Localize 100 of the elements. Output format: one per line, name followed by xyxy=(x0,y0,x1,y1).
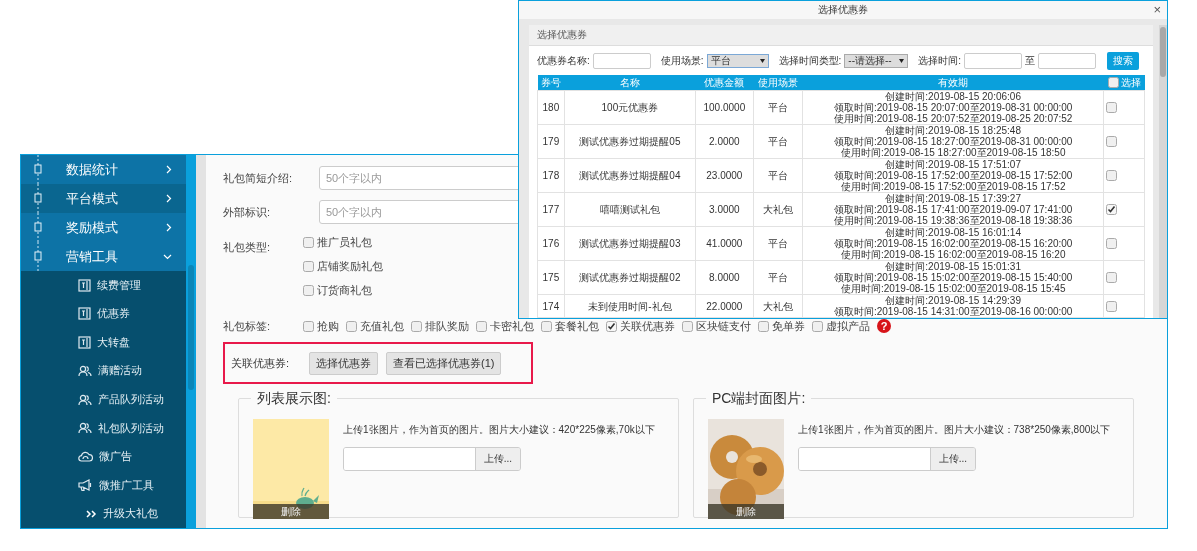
sidebar-subitem[interactable]: 礼包队列活动 xyxy=(21,413,186,443)
sidebar-subitem[interactable]: 微推广工具 xyxy=(21,470,186,500)
sidebar-item[interactable]: 奖励模式 xyxy=(21,213,186,242)
table-cell: 22.0000 xyxy=(695,294,754,318)
select-field[interactable]: 平台 xyxy=(706,54,769,68)
checkbox[interactable] xyxy=(303,261,314,272)
table-cell: 平台 xyxy=(753,124,803,159)
chevron-right-icon xyxy=(166,223,172,232)
sidebar-item[interactable]: 营销工具 xyxy=(21,242,186,271)
checkbox-label: 免单券 xyxy=(772,318,805,334)
validity-line: 使用时间:2019-08-15 19:38:36至2019-08-18 19:38:36 xyxy=(832,215,1074,226)
checkbox[interactable] xyxy=(411,320,422,332)
sidebar-subitem[interactable]: 优惠券 xyxy=(21,299,186,329)
people-icon xyxy=(78,364,92,377)
dropdown-arrow-icon xyxy=(899,59,905,63)
checkbox[interactable] xyxy=(812,320,823,332)
sidebar-subitem[interactable]: 满赠活动 xyxy=(21,356,186,386)
filter-label: 选择时间: xyxy=(918,54,962,68)
checkbox[interactable] xyxy=(606,320,617,332)
table-cell: 178 xyxy=(537,158,565,193)
sidebar-subitem[interactable]: 产品队列活动 xyxy=(21,385,186,414)
table-cell: 41.0000 xyxy=(695,226,754,261)
dialog-title: 选择优惠券 xyxy=(818,3,868,17)
sidebar-subitem[interactable]: 升级大礼包 xyxy=(21,499,186,528)
tablet-icon xyxy=(78,307,91,321)
coupon-button[interactable]: 查看已选择优惠券(1) xyxy=(386,351,502,375)
checkbox-label: 充值礼包 xyxy=(360,318,404,334)
checkbox[interactable] xyxy=(1106,204,1118,215)
validity-line: 创建时间:2019-08-15 20:06:06 xyxy=(884,91,1022,102)
checkbox[interactable] xyxy=(303,320,314,332)
checkbox[interactable] xyxy=(303,285,314,296)
column-header: 优惠金额 xyxy=(695,75,754,91)
close-button[interactable]: × xyxy=(1153,2,1161,18)
upload-button[interactable]: 上传... xyxy=(929,448,975,470)
validity-line: 领取时间:2019-08-15 17:41:00至2019-09-07 17:41:00 xyxy=(832,204,1074,215)
file-field[interactable]: 上传... xyxy=(798,447,976,471)
validity-line: 创建时间:2019-08-15 18:25:48 xyxy=(884,125,1022,136)
file-field[interactable]: 上传... xyxy=(343,447,521,471)
table-cell: 大礼包 xyxy=(753,294,803,318)
validity-line: 创建时间:2019-08-15 14:29:39 xyxy=(884,295,1022,306)
table-cell: 174 xyxy=(537,294,565,318)
field-label: 关联优惠券: xyxy=(231,355,291,371)
validity-line: 领取时间:2019-08-15 18:27:00至2019-08-31 00:00:00 xyxy=(832,136,1074,147)
table-cell: 大礼包 xyxy=(753,192,803,227)
table-cell: 176 xyxy=(537,226,565,261)
validity-line: 创建时间:2019-08-15 15:01:31 xyxy=(884,261,1022,272)
people-icon xyxy=(78,422,92,435)
panel-title: 选择优惠券 xyxy=(529,25,1153,46)
checkbox[interactable] xyxy=(682,320,693,332)
checkbox-label: 关联优惠券 xyxy=(620,318,675,334)
column-header: 使用场景 xyxy=(753,75,803,91)
people-icon xyxy=(78,393,92,406)
tablet-icon xyxy=(78,335,91,349)
chevron-down-icon xyxy=(163,253,172,260)
checkbox[interactable] xyxy=(758,320,769,332)
column-header: 名称 xyxy=(564,75,696,91)
help-icon[interactable]: ? xyxy=(877,319,891,333)
coupon-button[interactable]: 选择优惠券 xyxy=(309,351,378,375)
scrollbar[interactable] xyxy=(1159,25,1167,318)
checkbox[interactable] xyxy=(1106,102,1118,113)
checkbox[interactable] xyxy=(476,320,487,332)
table-cell: 未到使用时间-礼包 xyxy=(564,294,696,318)
sidebar-item[interactable]: 平台模式 xyxy=(21,184,186,213)
sidebar-subitem[interactable]: 微广告 xyxy=(21,442,186,471)
validity-line: 领取时间:2019-08-15 20:07:00至2019-08-31 00:00:00 xyxy=(832,102,1074,113)
checkbox[interactable] xyxy=(1106,300,1118,312)
table-cell: 平台 xyxy=(753,226,803,261)
column-header: 选择 xyxy=(1120,75,1141,90)
double-chevron-icon xyxy=(86,509,97,518)
checkbox-label: 套餐礼包 xyxy=(555,318,599,334)
table-cell: 平台 xyxy=(753,158,803,193)
sidebar-item[interactable]: 数据统计 xyxy=(21,155,186,184)
checkbox[interactable] xyxy=(1106,238,1118,249)
delete-button[interactable]: 删除 xyxy=(708,504,784,519)
table-cell: 测试优惠券过期提醒04 xyxy=(564,158,696,193)
table-cell: 177 xyxy=(537,192,565,227)
checkbox[interactable] xyxy=(303,237,314,248)
checkbox[interactable] xyxy=(346,320,357,332)
table-cell: 平台 xyxy=(753,90,803,125)
filter-label: 使用场景: xyxy=(660,54,704,68)
sidebar-subitem[interactable]: 续费管理 xyxy=(21,271,186,300)
checkbox[interactable] xyxy=(1107,77,1119,88)
checkbox[interactable] xyxy=(1106,136,1118,147)
checkbox[interactable] xyxy=(541,320,552,332)
table-cell: 测试优惠券过期提醒03 xyxy=(564,226,696,261)
scrollbar[interactable] xyxy=(186,155,196,528)
table-cell: 8.0000 xyxy=(695,260,754,295)
input-field[interactable] xyxy=(964,53,1023,69)
checkbox[interactable] xyxy=(1106,170,1118,181)
chevron-right-icon xyxy=(166,165,172,174)
checkbox[interactable] xyxy=(1106,272,1118,283)
delete-button[interactable]: 删除 xyxy=(253,504,329,519)
sidebar-subitem[interactable]: 大转盘 xyxy=(21,328,186,357)
field-label: 外部标识: xyxy=(223,204,272,220)
table-cell: 100.0000 xyxy=(695,90,754,125)
input-field[interactable] xyxy=(592,53,651,69)
upload-hint: 上传1张图片，作为首页的图片。图片大小建议：420*225像素,70k以下 xyxy=(343,423,655,437)
input-field[interactable] xyxy=(1038,53,1097,69)
upload-button[interactable]: 上传... xyxy=(474,448,520,470)
select-field[interactable]: --请选择-- xyxy=(844,54,909,68)
